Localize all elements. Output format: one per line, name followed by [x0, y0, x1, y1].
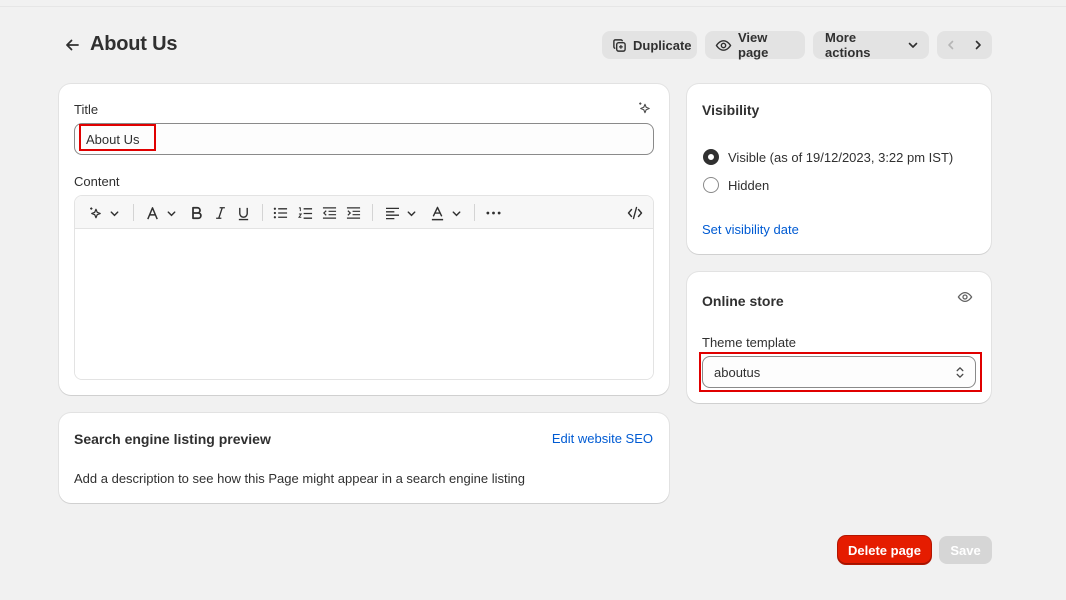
align-left-icon: [386, 207, 399, 219]
edit-seo-link[interactable]: Edit website SEO: [552, 431, 653, 446]
visible-option-label: Visible (as of 19/12/2023, 3:22 pm IST): [728, 150, 954, 165]
italic-button[interactable]: [212, 203, 228, 223]
indent-icon: [346, 207, 360, 219]
more-formatting-button[interactable]: [483, 203, 503, 223]
italic-icon: [215, 207, 225, 219]
hidden-radio[interactable]: [703, 177, 719, 193]
sparkle-icon: [639, 102, 650, 114]
underline-icon: [238, 207, 248, 220]
page-content-card: Title About Us Content: [59, 84, 669, 395]
save-button[interactable]: Save: [939, 536, 992, 564]
back-button[interactable]: [60, 34, 84, 56]
text-color-icon: [431, 206, 444, 220]
online-store-heading: Online store: [702, 293, 784, 309]
chevron-down-icon: [167, 210, 176, 216]
indent-button[interactable]: [344, 203, 362, 223]
duplicate-icon: [613, 38, 626, 52]
seo-description: Add a description to see how this Page m…: [74, 471, 525, 486]
visible-radio[interactable]: [703, 149, 719, 165]
toolbar-divider: [474, 204, 475, 221]
chevron-down-icon: [110, 210, 119, 216]
chevron-left-icon: [947, 40, 954, 50]
title-label: Title: [74, 102, 99, 117]
arrow-left-icon: [66, 39, 79, 51]
title-input[interactable]: About Us: [74, 123, 654, 155]
alignment-button[interactable]: [381, 203, 421, 223]
ellipsis-icon: [485, 211, 501, 215]
bold-icon: [191, 206, 202, 220]
underline-button[interactable]: [235, 203, 251, 223]
bullet-list-icon: [273, 207, 287, 219]
preview-button[interactable]: [957, 290, 973, 307]
text-color-button[interactable]: [427, 203, 465, 223]
bold-button[interactable]: [188, 203, 204, 223]
previous-page-button[interactable]: [937, 31, 965, 59]
eye-icon: [957, 291, 973, 303]
theme-template-label: Theme template: [702, 335, 796, 350]
ai-generate-button[interactable]: [637, 101, 652, 119]
visibility-card: Visibility Visible (as of 19/12/2023, 3:…: [687, 84, 991, 254]
view-page-button[interactable]: View page: [705, 30, 805, 60]
toolbar-divider: [262, 204, 263, 221]
text-style-button[interactable]: [142, 203, 180, 223]
more-actions-label: More actions: [825, 30, 871, 60]
next-page-button[interactable]: [965, 31, 993, 59]
font-icon: [147, 206, 158, 219]
editor-toolbar: [75, 196, 653, 229]
show-html-button[interactable]: [625, 203, 645, 223]
rich-text-editor: [74, 195, 654, 380]
eye-icon: [715, 39, 732, 51]
code-icon: [627, 206, 643, 220]
outdent-icon: [322, 207, 336, 219]
numbered-list-icon: [297, 206, 312, 219]
content-label: Content: [74, 174, 120, 189]
theme-template-highlight: [699, 352, 982, 392]
visibility-heading: Visibility: [702, 102, 760, 118]
page-pagination: [937, 31, 992, 59]
duplicate-button[interactable]: Duplicate: [602, 31, 697, 59]
page-title: About Us: [90, 33, 178, 55]
hidden-option-label: Hidden: [728, 178, 770, 193]
toolbar-divider: [133, 204, 134, 221]
seo-heading: Search engine listing preview: [74, 431, 271, 447]
chevron-right-icon: [975, 40, 982, 50]
more-actions-button[interactable]: More actions: [813, 30, 929, 60]
numbered-list-button[interactable]: [296, 203, 314, 223]
toolbar-divider: [372, 204, 373, 221]
outdent-button[interactable]: [320, 203, 338, 223]
delete-page-button[interactable]: Delete page: [838, 536, 931, 564]
sparkle-icon: [90, 206, 101, 218]
seo-preview-card: Search engine listing preview Edit websi…: [59, 413, 669, 503]
top-divider: [0, 6, 1066, 7]
chevron-down-icon: [407, 210, 416, 216]
title-highlight: [79, 124, 156, 151]
ai-menu-button[interactable]: [85, 203, 123, 223]
set-visibility-date-link[interactable]: Set visibility date: [702, 222, 799, 237]
duplicate-label: Duplicate: [633, 37, 692, 53]
chevron-down-icon: [452, 210, 461, 216]
editor-content-area[interactable]: [75, 229, 653, 379]
chevron-down-icon: [908, 42, 918, 48]
view-page-label: View page: [738, 30, 769, 60]
bullet-list-button[interactable]: [271, 203, 289, 223]
online-store-card: Online store Theme template aboutus: [687, 272, 991, 403]
